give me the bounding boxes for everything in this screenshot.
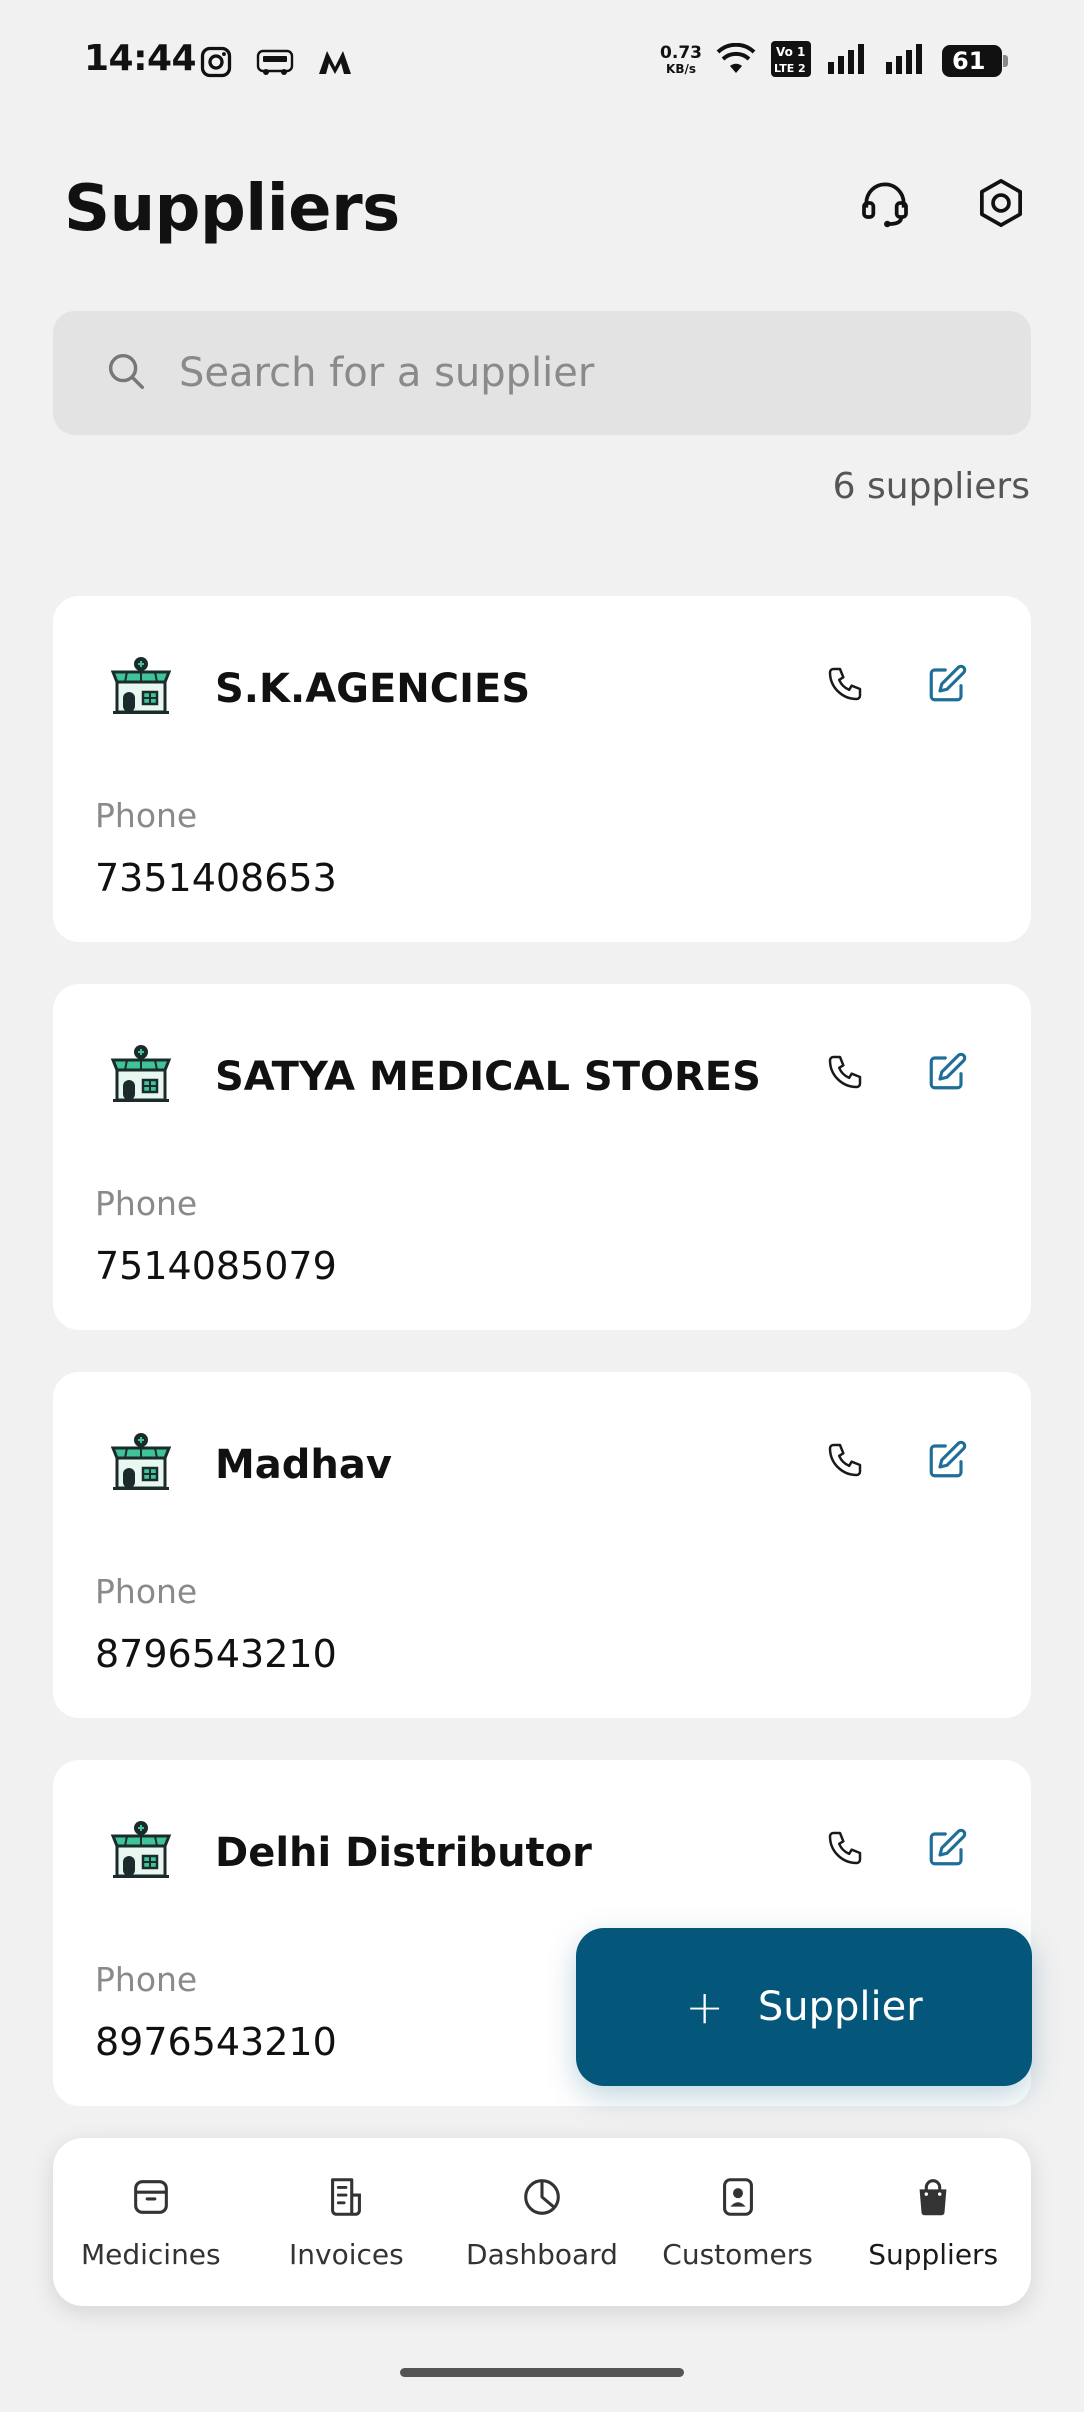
call-button[interactable] [817,1822,873,1878]
nav-label: Dashboard [466,2237,618,2271]
store-icon [109,1818,173,1882]
edit-icon [926,1439,968,1485]
supplier-count: 6 suppliers [832,466,1030,507]
search-bar[interactable] [53,311,1031,435]
phone-icon [825,1828,865,1872]
nav-item-dashboard[interactable]: Dashboard [444,2138,640,2306]
bottom-navigation: Medicines Invoices Dashboard Customers S… [53,2138,1031,2306]
net-speed-value: 0.73 [660,43,702,63]
svg-text:LTE 2: LTE 2 [774,62,806,75]
add-supplier-label: Supplier [757,1984,923,2030]
nav-label: Customers [662,2237,813,2271]
phone-icon [825,664,865,708]
phone-label: Phone [95,1184,198,1223]
edit-button[interactable] [919,1046,975,1102]
signal-icon [884,42,928,80]
phone-value: 8796543210 [95,1632,337,1676]
shopping-bag-icon [910,2174,956,2224]
call-button[interactable] [817,1046,873,1102]
phone-value: 8976543210 [95,2020,337,2064]
settings-icon [973,175,1029,235]
edit-button[interactable] [919,658,975,714]
supplier-card[interactable]: Madhav Phone 8796543210 [53,1372,1031,1718]
add-supplier-button[interactable]: + Supplier [576,1928,1032,2086]
net-speed-unit: KB/s [666,62,697,76]
search-icon [103,348,149,398]
pie-chart-icon [519,2174,565,2224]
contact-card-icon [715,2174,761,2224]
network-speed: 0.73 KB/s [660,45,702,77]
battery-icon: 61 [942,45,1008,77]
edit-button[interactable] [919,1434,975,1490]
supplier-card[interactable]: S.K.AGENCIES Phone 7351408653 [53,596,1031,942]
status-bar: 14:44 0.73 KB/s Vo 1 LTE 2 61 [0,0,1084,124]
nav-item-medicines[interactable]: Medicines [53,2138,249,2306]
nav-label: Suppliers [868,2237,999,2271]
instagram-icon [198,44,234,84]
phone-label: Phone [95,796,198,835]
call-button[interactable] [817,658,873,714]
status-time: 14:44 [84,38,197,79]
svg-text:1: 1 [797,45,805,59]
supplier-name: SATYA MEDICAL STORES [215,1054,761,1100]
edit-icon [926,1051,968,1097]
edit-icon [926,663,968,709]
phone-icon [825,1052,865,1096]
volte-icon: Vo 1 LTE 2 [770,40,812,82]
wifi-icon [716,42,756,79]
edit-button[interactable] [919,1822,975,1878]
edit-icon [926,1827,968,1873]
support-button[interactable] [856,176,914,234]
headset-icon [857,175,913,235]
invoice-icon [323,2174,369,2224]
supplier-name: Madhav [215,1442,392,1488]
supplier-name: S.K.AGENCIES [215,666,531,712]
svg-text:Vo: Vo [776,45,793,59]
phone-label: Phone [95,1960,198,1999]
system-icons: 0.73 KB/s Vo 1 LTE 2 61 [660,40,1008,82]
plus-icon: + [685,1980,724,2034]
store-icon [109,1430,173,1494]
notification-icons [198,44,354,84]
battery-level: 61 [952,47,986,75]
nav-item-invoices[interactable]: Invoices [249,2138,445,2306]
phone-value: 7514085079 [95,1244,337,1288]
store-icon [109,654,173,718]
redbus-icon [256,47,294,81]
box-icon [128,2174,174,2224]
nav-label: Invoices [289,2237,404,2271]
store-icon [109,1042,173,1106]
phone-value: 7351408653 [95,856,337,900]
phone-label: Phone [95,1572,198,1611]
page-title: Suppliers [64,172,400,246]
nav-item-customers[interactable]: Customers [640,2138,836,2306]
nav-item-suppliers[interactable]: Suppliers [835,2138,1031,2306]
settings-button[interactable] [972,176,1030,234]
nav-label: Medicines [80,2237,221,2271]
myntra-icon [316,47,354,81]
supplier-name: Delhi Distributor [215,1830,592,1876]
supplier-card[interactable]: SATYA MEDICAL STORES Phone 7514085079 [53,984,1031,1330]
call-button[interactable] [817,1434,873,1490]
search-input[interactable] [179,350,959,396]
phone-icon [825,1440,865,1484]
signal-icon [826,42,870,80]
home-indicator[interactable] [400,2368,684,2377]
